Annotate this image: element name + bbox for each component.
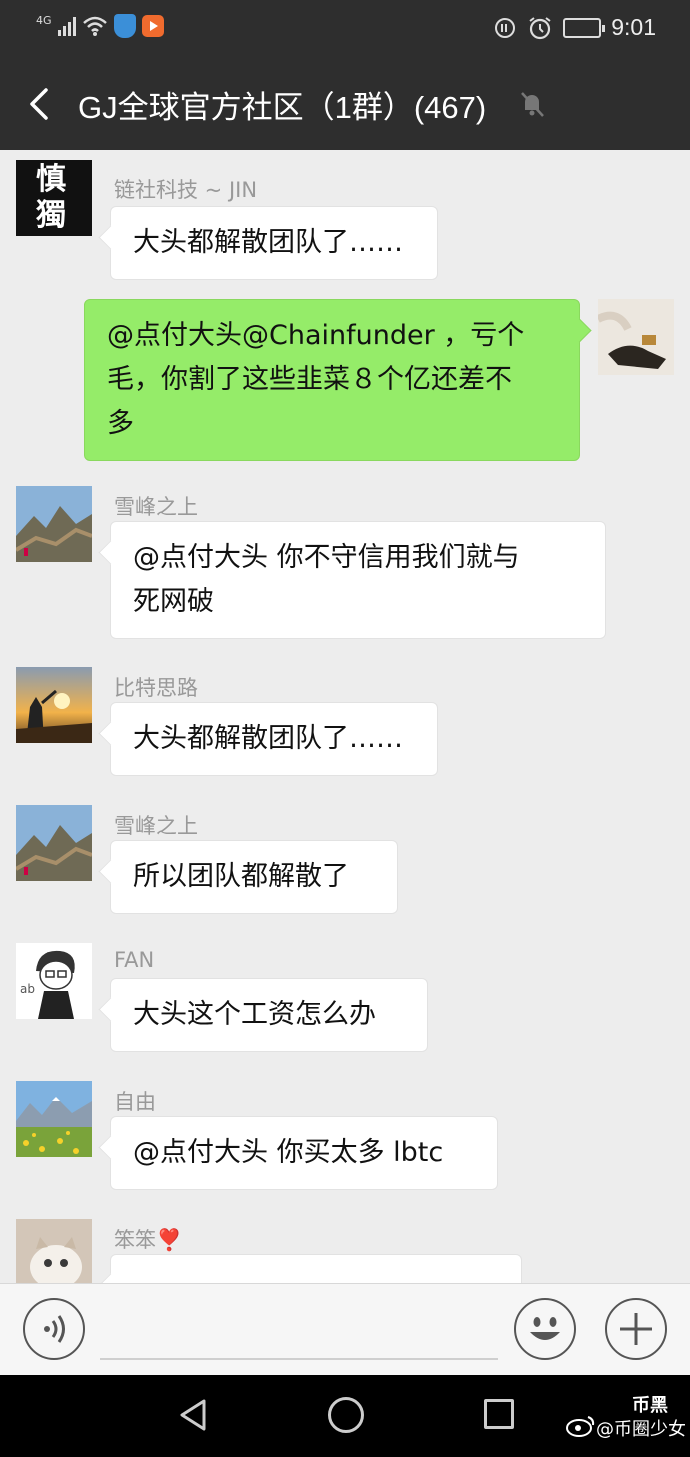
great-wall-avatar [16,805,92,881]
great-wall-avatar [16,486,92,562]
network-type: 4G [36,13,52,27]
back-arrow-icon[interactable] [22,84,58,124]
nav-back-icon[interactable] [176,1397,210,1433]
video-app-icon [141,15,164,37]
watermark-top: 币黑 [632,1395,668,1416]
sender-name: 雪峰之上 [114,814,198,838]
message-line: @点付大头@Chainfunder ，亏个 [107,320,525,351]
chat-header: GJ全球官方社区（1群）(467) [0,58,690,150]
alarm-icon [529,16,551,39]
avatar[interactable] [16,1219,92,1283]
sender-name: 雪峰之上 [114,495,198,519]
avatar[interactable]: ab [16,943,92,1019]
sender-name: 比特思路 [114,676,198,700]
chat-title: GJ全球官方社区（1群）(467) [78,90,487,125]
svg-text:ab: ab [20,982,35,996]
message-bubble[interactable]: 所以团队都解散了 [110,840,398,914]
battery-icon [563,17,606,38]
cartoon-avatar: ab [16,943,92,1019]
sender-name: 笨笨❣️ [114,1228,183,1252]
voice-icon [44,1315,65,1343]
status-bar: 4G 9:01 [0,0,690,58]
security-app-icon [113,14,136,38]
message-bubble[interactable]: 大头都解散团队了…… [110,702,438,776]
message-bubble-own[interactable]: @点付大头@Chainfunder ，亏个 毛，你割了这些韭菜８个亿还差不 多 [84,299,580,461]
message-line: @点付大头 你不守信用我们就与 [133,542,520,573]
signal-icon [57,16,76,36]
data-saver-icon [495,17,516,38]
sender-name: FAN [114,948,155,972]
avatar-calligraphy: 慎獨 [36,162,66,233]
more-options-button[interactable] [605,1298,667,1360]
message-line: 多 [107,408,134,439]
message-line: 死网破 [133,586,214,617]
message-bubble[interactable]: @点付大头 你买太多 lbtc [110,1116,498,1190]
avatar-own[interactable] [598,299,674,375]
chat-messages-area[interactable]: 慎獨 链社科技 ~ JIN 大头都解散团队了…… @点付大头@Chainfund… [0,150,690,1283]
meadow-avatar [16,1081,92,1157]
kitten-avatar [16,1219,92,1283]
avatar[interactable] [16,486,92,562]
emoji-button[interactable] [514,1298,576,1360]
avatar[interactable]: 慎獨 [16,160,92,236]
avatar[interactable] [16,667,92,743]
nav-home-icon[interactable] [328,1397,364,1433]
android-nav-bar: 币黑 @币圈少女 [0,1375,690,1457]
sender-name: 链社科技 ~ JIN [114,178,258,202]
sunset-avatar [16,667,92,743]
message-bubble[interactable]: 大头这个工资怎么办 [110,978,428,1052]
weibo-logo-icon [566,1416,595,1437]
message-bubble[interactable]: 大头都解散团队了…… [110,206,438,280]
clock: 9:01 [611,14,656,40]
avatar[interactable] [16,1081,92,1157]
sender-name: 自由 [114,1090,156,1114]
mute-bell-icon [521,92,544,117]
smiley-icon [530,1317,560,1340]
input-bar [0,1283,690,1375]
nav-recents-icon[interactable] [484,1399,514,1429]
watermark: 币黑 @币圈少女 [566,1385,690,1451]
watermark-bottom: @币圈少女 [596,1419,686,1440]
message-line: 毛，你割了这些韭菜８个亿还差不 [107,364,512,395]
plus-icon [620,1313,652,1345]
wifi-icon [82,16,107,36]
voice-input-button[interactable] [23,1298,85,1360]
message-bubble[interactable]: … [110,1254,522,1283]
avatar[interactable] [16,805,92,881]
avatar-photo [598,299,674,375]
message-input[interactable] [100,1358,498,1360]
message-bubble[interactable]: @点付大头 你不守信用我们就与 死网破 [110,521,606,639]
